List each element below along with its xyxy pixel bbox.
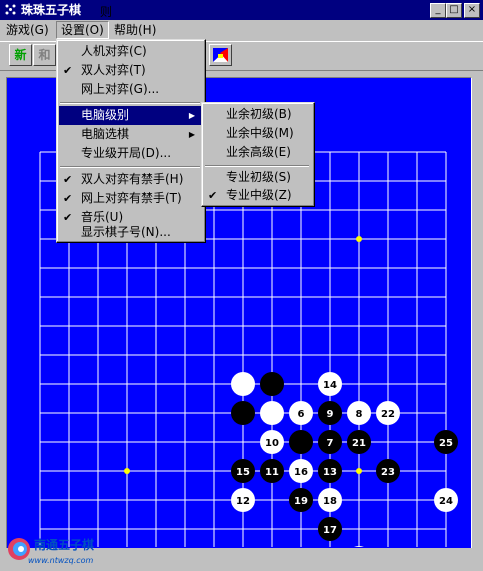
- stone-number: 15: [236, 467, 250, 478]
- new-game-button[interactable]: 新: [9, 44, 32, 66]
- minimize-icon: _: [435, 4, 441, 15]
- close-button[interactable]: ×: [464, 3, 480, 18]
- menu-item-online-forbidden[interactable]: ✔ 网上对弈有禁手(T): [59, 189, 201, 208]
- submenu-arrow-icon: ▶: [188, 111, 195, 120]
- computer-level-submenu: 业余初级(B) 业余中级(M) 业余高级(E) 专业初级(S) ✔ 专业中级(Z…: [201, 102, 315, 207]
- white-stone: [231, 372, 255, 396]
- white-stone: [260, 401, 284, 425]
- level-amateur-beginner[interactable]: 业余初级(B): [204, 105, 310, 124]
- status-text: 则: [100, 5, 113, 19]
- stone-number: 6: [298, 409, 305, 420]
- level-amateur-advanced[interactable]: 业余高级(E): [204, 143, 310, 162]
- stone-number: 19: [294, 496, 308, 507]
- check-icon: ✔: [63, 192, 73, 205]
- maximize-button[interactable]: □: [446, 3, 462, 18]
- draw-button[interactable]: 和: [33, 44, 56, 66]
- close-icon: ×: [467, 4, 477, 15]
- menu-help[interactable]: 帮助(H): [110, 21, 160, 39]
- stone-number: 9: [327, 409, 334, 420]
- star-point: [356, 236, 362, 242]
- logo-url: www.ntwzq.com: [28, 556, 94, 565]
- level-pro-intermediate[interactable]: ✔ 专业中级(Z): [204, 186, 310, 205]
- menu-separator: [60, 102, 200, 104]
- menu-item-human-vs-computer[interactable]: 人机对弈(C): [59, 42, 201, 61]
- stone-number: 7: [327, 438, 334, 449]
- palette-icon: [213, 48, 228, 62]
- check-icon: ✔: [63, 211, 73, 224]
- stone-number: 17: [323, 525, 337, 536]
- stone-number: 18: [323, 496, 337, 507]
- menu-item-two-player[interactable]: ✔ 双人对弈(T): [59, 61, 201, 80]
- menu-item-computer-move-choice[interactable]: 电脑选棋 ▶: [59, 125, 201, 144]
- menu-settings[interactable]: 设置(O): [56, 21, 109, 39]
- black-stone: [289, 430, 313, 454]
- check-icon: ✔: [208, 189, 218, 202]
- maximize-icon: □: [449, 4, 459, 15]
- stone-number: 23: [381, 467, 395, 478]
- stone-number: 10: [265, 438, 279, 449]
- star-point: [356, 468, 362, 474]
- site-logo: 南通五子棋 www.ntwzq.com: [6, 530, 106, 568]
- black-stone: [260, 372, 284, 396]
- menu-separator: [205, 165, 309, 167]
- app-icon: [3, 2, 18, 17]
- stone-number: 8: [356, 409, 363, 420]
- stone-number: 25: [439, 438, 453, 449]
- color-tool-button[interactable]: [209, 44, 232, 66]
- stone-number: 11: [265, 467, 279, 478]
- settings-menu: 人机对弈(C) ✔ 双人对弈(T) 网上对弈(G)... 电脑级别 ▶ 电脑选棋…: [56, 39, 206, 243]
- stone-number: 21: [352, 438, 366, 449]
- stone-number: 13: [323, 467, 337, 478]
- menu-item-pro-opening[interactable]: 专业级开局(D)...: [59, 144, 201, 163]
- menu-item-show-move-numbers[interactable]: 显示棋子号(N)...: [59, 225, 201, 239]
- menu-item-computer-level[interactable]: 电脑级别 ▶: [59, 106, 201, 125]
- level-amateur-intermediate[interactable]: 业余中级(M): [204, 124, 310, 143]
- menu-item-two-player-forbidden[interactable]: ✔ 双人对弈有禁手(H): [59, 170, 201, 189]
- menu-item-online-play[interactable]: 网上对弈(G)...: [59, 80, 201, 99]
- stone-number: 16: [294, 467, 308, 478]
- check-icon: ✔: [63, 173, 73, 186]
- stone-number: 22: [381, 409, 395, 420]
- level-pro-beginner[interactable]: 专业初级(S): [204, 168, 310, 187]
- window-title: 珠珠五子棋: [21, 3, 82, 17]
- stone-number: 12: [236, 496, 250, 507]
- check-icon: ✔: [63, 64, 73, 77]
- menu-game[interactable]: 游戏(G): [2, 21, 53, 39]
- submenu-arrow-icon: ▶: [188, 130, 195, 139]
- logo-title: 南通五子棋: [34, 537, 94, 552]
- star-point: [124, 468, 130, 474]
- minimize-button[interactable]: _: [430, 3, 446, 18]
- black-stone: [231, 401, 255, 425]
- menu-separator: [60, 166, 200, 168]
- stone-number: 14: [323, 380, 337, 391]
- logo-graphic: 南通五子棋 www.ntwzq.com: [8, 537, 94, 565]
- stone-number: 24: [439, 496, 453, 507]
